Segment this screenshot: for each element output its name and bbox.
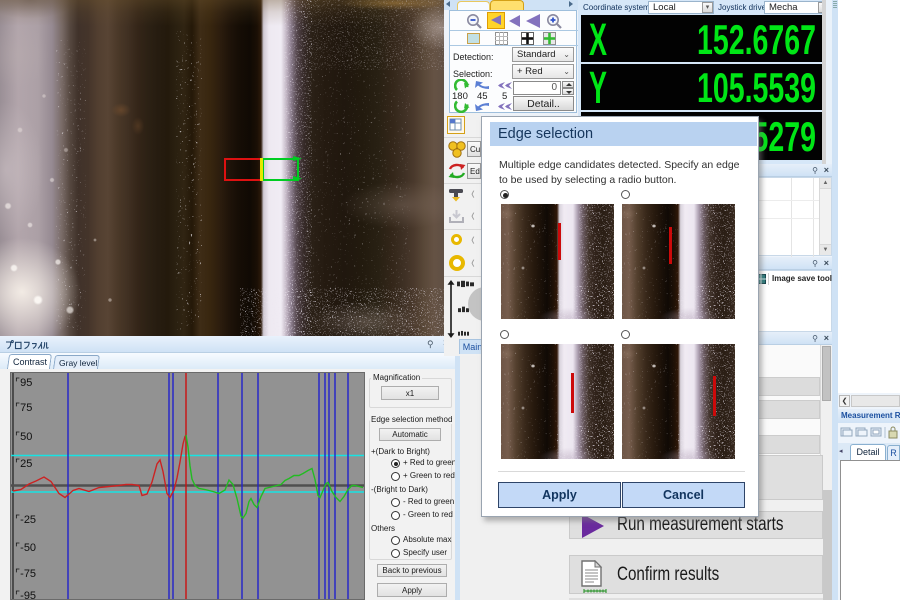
- svg-text:X: X: [589, 15, 607, 62]
- svg-text:152.6767: 152.6767: [697, 16, 816, 62]
- svg-text:Y: Y: [589, 64, 607, 110]
- svg-text:105.5539: 105.5539: [697, 64, 816, 110]
